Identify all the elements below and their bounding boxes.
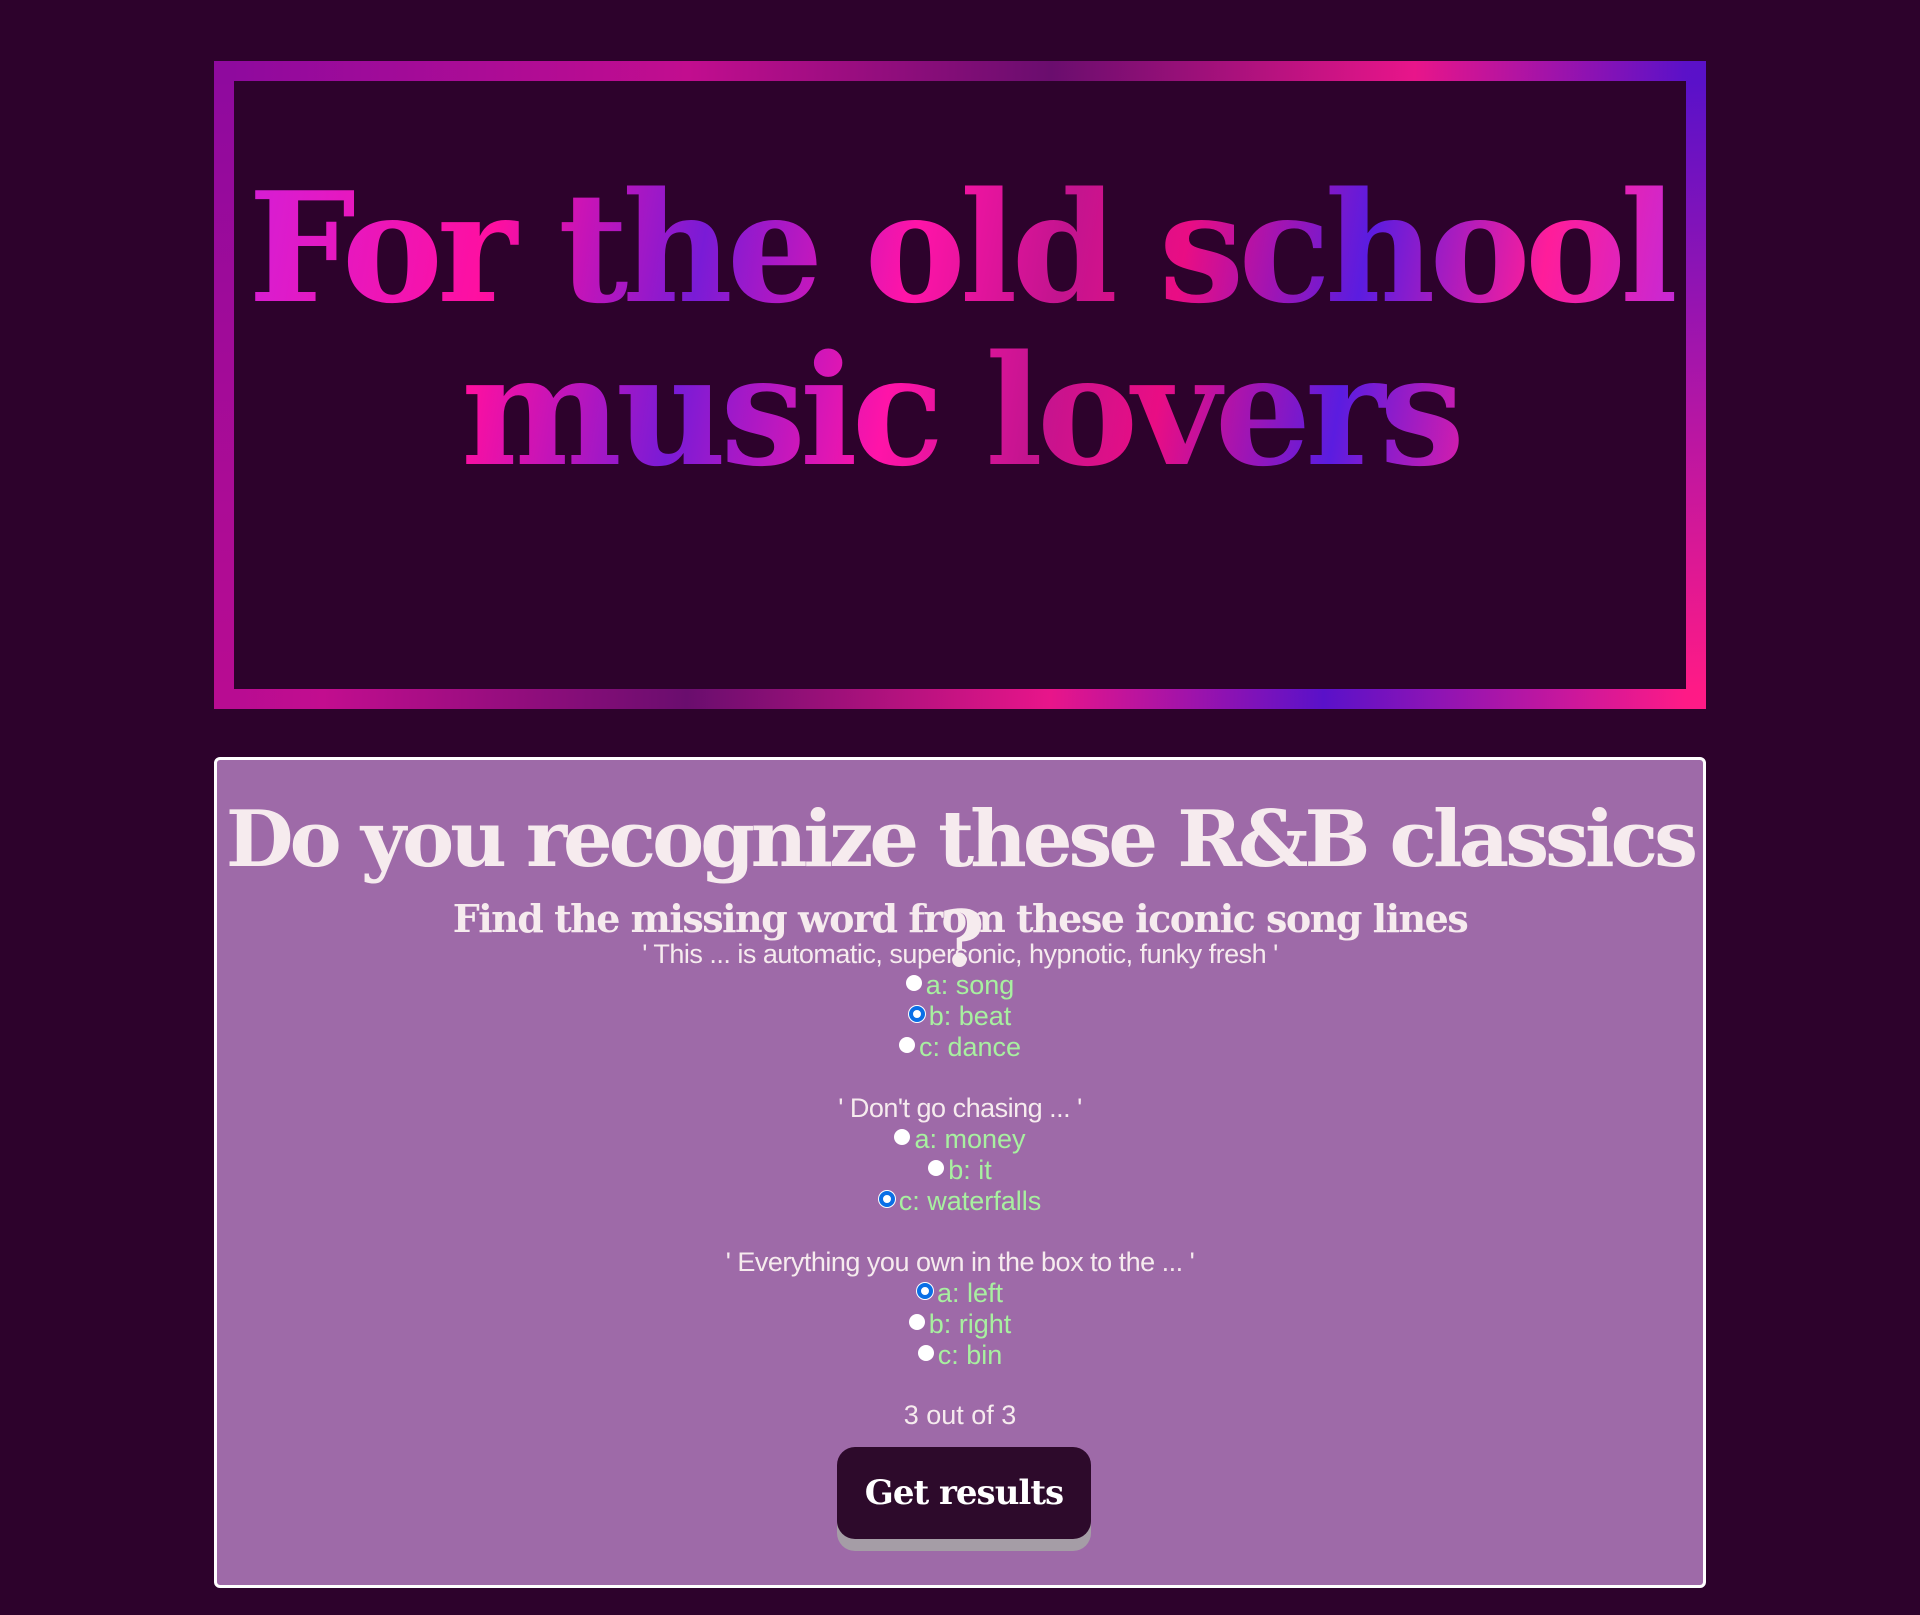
option-left[interactable]: a: left xyxy=(916,1278,1004,1309)
question-text: ' Everything you own in the box to the .… xyxy=(725,1247,1195,1277)
option-waterfalls[interactable]: c: waterfalls xyxy=(878,1186,1042,1217)
progress-counter: 3 out of 3 xyxy=(903,1400,1017,1430)
question-3: ' Everything you own in the box to the .… xyxy=(217,1247,1703,1371)
option-label: a: left xyxy=(936,1278,1004,1308)
option-label: b: right xyxy=(928,1309,1012,1339)
option-label: c: waterfalls xyxy=(898,1186,1042,1216)
option-it[interactable]: b: it xyxy=(928,1155,992,1186)
option-label: c: dance xyxy=(918,1032,1022,1062)
option-money[interactable]: a: money xyxy=(894,1124,1026,1155)
radio-button[interactable] xyxy=(905,975,922,991)
question-text: ' Don't go chasing ... ' xyxy=(838,1093,1082,1123)
option-dance[interactable]: c: dance xyxy=(898,1032,1022,1063)
option-label: a: song xyxy=(925,970,1015,1000)
option-label: b: beat xyxy=(928,1001,1012,1031)
question-2: ' Don't go chasing ... ' a: money b: it … xyxy=(217,1093,1703,1217)
get-results-button[interactable]: Get results xyxy=(837,1447,1091,1539)
option-label: b: it xyxy=(948,1155,992,1185)
radio-button[interactable] xyxy=(878,1191,895,1207)
radio-button[interactable] xyxy=(916,1283,933,1299)
radio-button[interactable] xyxy=(898,1037,915,1053)
radio-button[interactable] xyxy=(917,1345,934,1361)
option-song[interactable]: a: song xyxy=(905,970,1015,1001)
option-label: a: money xyxy=(914,1124,1026,1154)
question-text: ' This ... is automatic, supersonic, hyp… xyxy=(642,939,1278,969)
option-beat[interactable]: b: beat xyxy=(908,1001,1012,1032)
radio-button[interactable] xyxy=(908,1006,925,1022)
quiz-subtitle: Find the missing word from these iconic … xyxy=(452,896,1469,941)
question-1: ' This ... is automatic, supersonic, hyp… xyxy=(217,939,1703,1063)
hero-title: For the old school music lovers xyxy=(234,166,1686,492)
radio-button[interactable] xyxy=(928,1160,945,1176)
option-label: c: bin xyxy=(937,1340,1003,1370)
radio-button[interactable] xyxy=(908,1314,925,1330)
quiz-card: Do you recognize these R&B classics ? Fi… xyxy=(214,757,1706,1588)
option-bin[interactable]: c: bin xyxy=(917,1340,1003,1371)
radio-button[interactable] xyxy=(894,1129,911,1145)
option-right[interactable]: b: right xyxy=(908,1309,1012,1340)
hero-banner: For the old school music lovers xyxy=(214,61,1706,709)
